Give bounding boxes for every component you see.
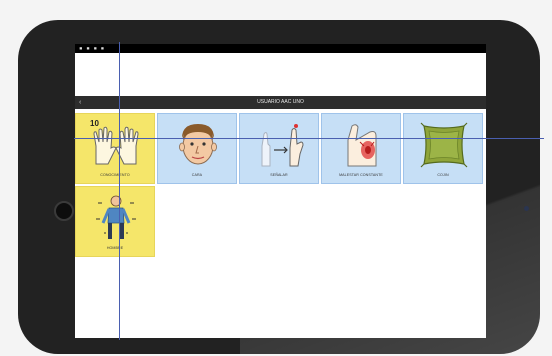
card-label: CONOCIMIENTO [100, 173, 130, 177]
pictogram-grid: 10 CONOCIMIENTO CARA SEÑALAR MALESTAR CO… [75, 109, 486, 328]
card-label: HOMBRE [106, 246, 124, 250]
card-cara[interactable]: CARA [157, 113, 237, 184]
hands-icon [93, 126, 139, 165]
card-label: SEÑALAR [270, 173, 288, 177]
pain-arm-icon [347, 124, 377, 167]
back-icon[interactable]: ‹ [79, 96, 81, 109]
overlay-guide-vertical [119, 42, 120, 340]
app-screen: ▪ ▪ ▪ ▪ ‹ USUARIO AAC UNO 10 CONOCIMIENT… [75, 44, 486, 338]
card-label: CARA [191, 173, 203, 177]
overlay-guide-horizontal [74, 138, 544, 139]
pointing-hand-icon [261, 124, 304, 167]
card-hombre[interactable]: HOMBRE [75, 186, 155, 257]
status-bar: ▪ ▪ ▪ ▪ [75, 44, 486, 53]
card-cojin[interactable]: COJIN [403, 113, 483, 184]
page-title: USUARIO AAC UNO [257, 99, 304, 105]
card-malestar-constante[interactable]: MALESTAR CONSTANTE [321, 113, 401, 184]
home-button[interactable] [54, 201, 74, 221]
card-label: COJIN [437, 173, 449, 177]
card-label: MALESTAR CONSTANTE [339, 173, 383, 177]
camera-icon [524, 206, 529, 211]
title-bar: ‹ USUARIO AAC UNO [75, 96, 486, 109]
message-area[interactable] [75, 53, 486, 96]
person-icon [96, 195, 136, 239]
card-conocimiento[interactable]: 10 CONOCIMIENTO [75, 113, 155, 184]
cushion-icon [420, 122, 468, 168]
face-icon [179, 124, 217, 165]
card-senalar[interactable]: SEÑALAR [239, 113, 319, 184]
